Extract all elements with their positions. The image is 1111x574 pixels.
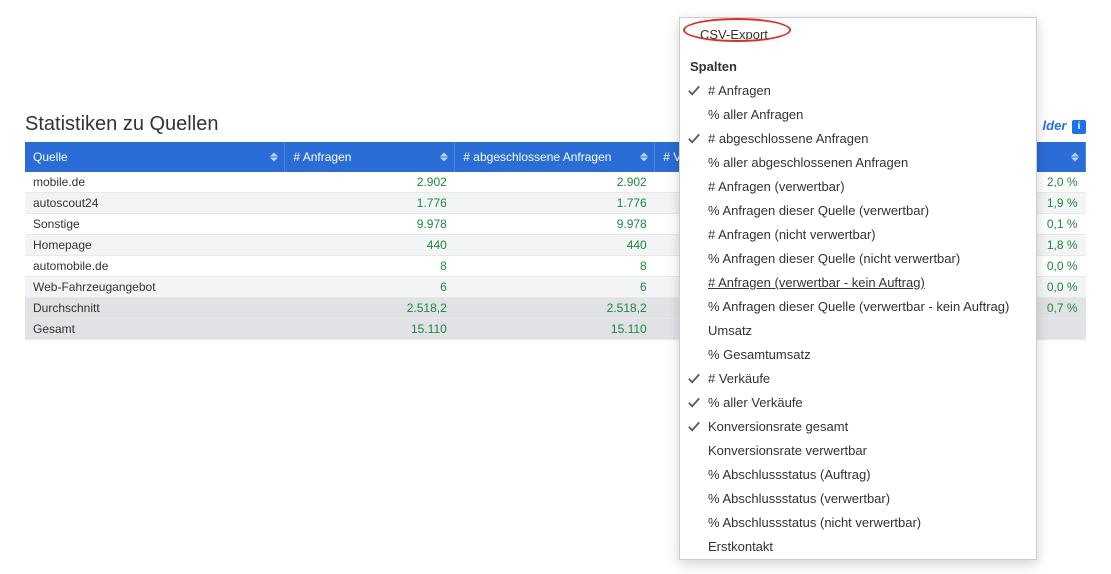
column-toggle-label: Erstkontakt (708, 538, 773, 556)
column-toggle-label: # Anfragen (708, 82, 771, 100)
cell-anfragen: 9.978 (285, 214, 455, 235)
column-toggle-item[interactable]: Konversionsrate verwertbar (680, 439, 1036, 463)
col-header-quelle-label: Quelle (33, 150, 68, 164)
column-toggle-label: # Anfragen (verwertbar) (708, 178, 845, 196)
cell-abgeschlossen: 2.902 (455, 172, 655, 193)
cell-abgeschlossen: 440 (455, 235, 655, 256)
check-icon (687, 372, 701, 386)
col-header-anfragen[interactable]: # Anfragen (285, 142, 455, 172)
sort-icon (440, 153, 448, 162)
columns-header: Spalten (680, 52, 1036, 79)
column-toggle-item[interactable]: # Anfragen (680, 79, 1036, 103)
cell-anfragen: 2.902 (285, 172, 455, 193)
column-toggle-item[interactable]: % Abschlussstatus (nicht verwertbar) (680, 511, 1036, 535)
column-toggle-label: % Abschlussstatus (Auftrag) (708, 466, 871, 484)
col-header-abgeschlossen[interactable]: # abgeschlossene Anfragen (455, 142, 655, 172)
cell-quelle: Sonstige (25, 214, 285, 235)
column-toggle-item[interactable]: # Anfragen (verwertbar - kein Auftrag) (680, 271, 1036, 295)
column-toggle-label: % Anfragen dieser Quelle (verwertbar - k… (708, 298, 1009, 316)
page-title: Statistiken zu Quellen (25, 113, 218, 136)
csv-export-item[interactable]: CSV-Export (680, 18, 1036, 52)
column-toggle-label: % Abschlussstatus (nicht verwertbar) (708, 514, 921, 532)
column-toggle-item[interactable]: % aller Verkäufe (680, 391, 1036, 415)
cell-anfragen: 2.518,2 (285, 298, 455, 319)
column-toggle-label: % Abschlussstatus (verwertbar) (708, 490, 890, 508)
column-toggle-item[interactable]: # Verkäufe (680, 367, 1036, 391)
cell-quelle: mobile.de (25, 172, 285, 193)
cell-abgeschlossen: 1.776 (455, 193, 655, 214)
columns-header-label: Spalten (690, 58, 737, 76)
cell-anfragen: 6 (285, 277, 455, 298)
check-icon (687, 396, 701, 410)
col-header-abgeschlossen-label: # abgeschlossene Anfragen (463, 150, 611, 164)
column-toggle-label: Umsatz (708, 322, 752, 340)
column-toggle-label: % Anfragen dieser Quelle (verwertbar) (708, 202, 929, 220)
column-toggle-label: Konversionsrate verwertbar (708, 442, 867, 460)
column-toggle-item[interactable]: Erstkontakt (680, 535, 1036, 559)
column-toggle-item[interactable]: % Abschlussstatus (Auftrag) (680, 463, 1036, 487)
cell-anfragen: 15.110 (285, 319, 455, 340)
cell-anfragen: 440 (285, 235, 455, 256)
column-dropdown: CSV-Export Spalten # Anfragen % aller Anf… (679, 17, 1037, 560)
column-toggle-label: % aller abgeschlossenen Anfragen (708, 154, 908, 172)
cell-quelle: autoscout24 (25, 193, 285, 214)
sort-icon (270, 153, 278, 162)
sort-icon (1071, 153, 1079, 162)
column-toggle-item[interactable]: # Anfragen (verwertbar) (680, 175, 1036, 199)
cell-abgeschlossen: 9.978 (455, 214, 655, 235)
column-toggle-item[interactable]: % Anfragen dieser Quelle (verwertbar) (680, 199, 1036, 223)
check-icon (687, 84, 701, 98)
check-icon (687, 420, 701, 434)
col-header-quelle[interactable]: Quelle (25, 142, 285, 172)
column-toggle-label: % Anfragen dieser Quelle (nicht verwertb… (708, 250, 960, 268)
column-toggle-item[interactable]: Umsatz (680, 319, 1036, 343)
column-toggle-label: % Gesamtumsatz (708, 346, 811, 364)
column-toggle-item[interactable]: % Anfragen dieser Quelle (nicht verwertb… (680, 247, 1036, 271)
cell-anfragen: 8 (285, 256, 455, 277)
column-toggle-item[interactable]: % Anfragen dieser Quelle (verwertbar - k… (680, 295, 1036, 319)
column-toggle-item[interactable]: # abgeschlossene Anfragen (680, 127, 1036, 151)
column-toggle-label: # Verkäufe (708, 370, 770, 388)
cell-quelle: Web-Fahrzeugangebot (25, 277, 285, 298)
check-icon (687, 132, 701, 146)
column-toggle-item[interactable]: % Gesamtumsatz (680, 343, 1036, 367)
column-toggle-item[interactable]: % Abschlussstatus (verwertbar) (680, 487, 1036, 511)
cell-quelle: Durchschnitt (25, 298, 285, 319)
fields-config-link[interactable]: lder i (1043, 118, 1086, 134)
column-toggle-label: Konversionsrate gesamt (708, 418, 848, 436)
sort-icon (640, 153, 648, 162)
cell-abgeschlossen: 8 (455, 256, 655, 277)
col-header-anfragen-label: # Anfragen (293, 150, 351, 164)
column-toggle-item[interactable]: # Anfragen (nicht verwertbar) (680, 223, 1036, 247)
cell-quelle: Homepage (25, 235, 285, 256)
cell-anfragen: 1.776 (285, 193, 455, 214)
column-toggle-label: # abgeschlossene Anfragen (708, 130, 868, 148)
cell-abgeschlossen: 2.518,2 (455, 298, 655, 319)
cell-abgeschlossen: 6 (455, 277, 655, 298)
column-toggle-item[interactable]: Konversionsrate gesamt (680, 415, 1036, 439)
csv-export-label: CSV-Export (700, 26, 768, 44)
fields-config-label: lder (1043, 118, 1067, 133)
column-toggle-item[interactable]: % aller abgeschlossenen Anfragen (680, 151, 1036, 175)
column-toggle-label: # Anfragen (nicht verwertbar) (708, 226, 876, 244)
column-toggle-label: % aller Anfragen (708, 106, 803, 124)
cell-abgeschlossen: 15.110 (455, 319, 655, 340)
column-toggle-label: % aller Verkäufe (708, 394, 803, 412)
cell-quelle: Gesamt (25, 319, 285, 340)
column-toggle-label: # Anfragen (verwertbar - kein Auftrag) (708, 274, 925, 292)
cell-quelle: automobile.de (25, 256, 285, 277)
column-toggle-item[interactable]: % aller Anfragen (680, 103, 1036, 127)
info-icon: i (1072, 120, 1086, 134)
